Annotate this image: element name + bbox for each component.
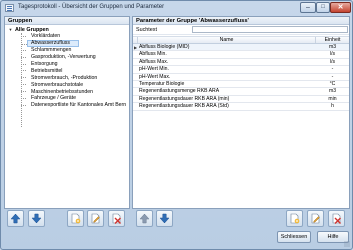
- group-move-up-button[interactable]: [7, 210, 24, 227]
- arrow-down-icon: [31, 213, 42, 224]
- tree-root-label: Alle Gruppen: [15, 26, 49, 33]
- group-item[interactable]: Maschinenbetriebsstunden: [21, 88, 129, 95]
- parameter-unit: l/s: [329, 58, 336, 65]
- close-button[interactable]: Schliessen: [277, 231, 311, 243]
- resize-grip[interactable]: [344, 241, 350, 247]
- table-row[interactable]: ▶ Abfluss Biologie (MID) m3: [133, 44, 349, 52]
- window-title: Tagesprotokoll - Übersicht der Gruppen u…: [18, 4, 165, 10]
- edit-document-icon: [91, 213, 100, 224]
- parameters-header: Parameter der Gruppe 'Abwasserzufluss': [133, 17, 349, 25]
- parameter-unit: h: [331, 103, 334, 110]
- delete-document-icon: [332, 213, 341, 224]
- parameter-name: pH-Wert Min.: [139, 66, 169, 73]
- arrow-up-icon: [139, 213, 150, 224]
- group-item[interactable]: Gasproduktion, -Verwertung: [21, 54, 129, 61]
- parameter-name: Abfluss Min.: [139, 51, 167, 58]
- parameter-unit: -: [331, 73, 334, 80]
- edit-document-icon: [311, 213, 320, 224]
- new-document-icon: [290, 213, 300, 224]
- parameter-name: pH-Wert Max.: [139, 73, 171, 80]
- parameter-unit: -: [331, 66, 334, 73]
- parameter-new-button[interactable]: [286, 210, 303, 227]
- parameter-unit: m3: [328, 44, 337, 50]
- parameters-table: Name Einheit ▶ Abfluss Biologie (MID) m3…: [133, 36, 349, 111]
- arrow-up-icon: [10, 213, 21, 224]
- parameter-name: Regenentlastungsdauer RKB ARA (Std): [139, 103, 229, 110]
- table-row[interactable]: Regenentlastungsdauer RKB ARA (min) min: [133, 95, 349, 104]
- parameter-name: Regenentlastungsmenge RKB ARA: [139, 88, 220, 95]
- column-header-unit[interactable]: Einheit: [316, 37, 349, 43]
- group-item[interactable]: Vorklärdaten: [21, 33, 129, 40]
- group-item[interactable]: Fahrzeuge / Geräte: [21, 95, 129, 102]
- parameter-move-down-button[interactable]: [156, 210, 173, 227]
- arrow-down-icon: [159, 213, 170, 224]
- parameter-unit: l/s: [329, 51, 336, 58]
- delete-document-icon: [112, 213, 121, 224]
- groups-tree[interactable]: ▼ Alle Gruppen Vorklärdaten Abwasserzufl…: [5, 25, 129, 127]
- group-item[interactable]: Stromverbrauch, -Produktion: [21, 74, 129, 81]
- tree-connector: [21, 33, 22, 127]
- parameter-name: Abfluss Max.: [139, 58, 169, 65]
- minimize-button[interactable]: –: [300, 2, 316, 13]
- parameter-name: Abfluss Biologie (MID): [139, 44, 190, 50]
- new-document-icon: [71, 213, 81, 224]
- group-delete-button[interactable]: [108, 210, 125, 227]
- group-item[interactable]: Betriebsmittel: [21, 67, 129, 74]
- group-item[interactable]: Stromverbrauchstotale: [21, 81, 129, 88]
- table-row[interactable]: Temperatur Biologie °C: [133, 80, 349, 89]
- parameter-unit: min: [328, 95, 337, 102]
- close-window-button[interactable]: ✕: [330, 2, 351, 13]
- table-row[interactable]: pH-Wert Max. -: [133, 74, 349, 81]
- title-bar[interactable]: Tagesprotokoll - Übersicht der Gruppen u…: [1, 1, 352, 16]
- main-window: Tagesprotokoll - Übersicht der Gruppen u…: [0, 0, 353, 250]
- maximize-button[interactable]: □: [316, 2, 330, 13]
- tree-root-all-groups[interactable]: ▼ Alle Gruppen: [5, 26, 129, 33]
- group-item[interactable]: Datenexportliste für Kantonales Amt Bern: [21, 102, 129, 109]
- table-header-row: Name Einheit: [133, 36, 349, 44]
- parameter-edit-button[interactable]: [307, 210, 324, 227]
- group-item[interactable]: Entsorgung: [21, 61, 129, 68]
- parameter-name: Regenentlastungsdauer RKB ARA (min): [139, 95, 230, 102]
- group-item-selected[interactable]: Abwasserzufluss: [22, 39, 79, 47]
- table-row[interactable]: Regenentlastungsmenge RKB ARA m3: [133, 88, 349, 96]
- parameter-unit: °C: [329, 80, 336, 87]
- table-row[interactable]: pH-Wert Min. -: [133, 66, 349, 74]
- groups-panel: Gruppen ▼ Alle Gruppen Vorklärdaten Abwa…: [4, 16, 130, 209]
- parameter-delete-button[interactable]: [328, 210, 345, 227]
- parameter-unit: m3: [328, 88, 337, 95]
- table-row[interactable]: Regenentlastungsdauer RKB ARA (Std) h: [133, 103, 349, 111]
- collapse-icon[interactable]: ▼: [8, 27, 13, 32]
- column-header-name[interactable]: Name: [138, 37, 316, 43]
- parameter-name: Temperatur Biologie: [139, 80, 185, 87]
- app-icon: [5, 4, 14, 12]
- table-row[interactable]: Abfluss Min. l/s: [133, 51, 349, 59]
- table-row[interactable]: Abfluss Max. l/s: [133, 58, 349, 67]
- group-new-button[interactable]: [67, 210, 84, 227]
- search-label: Suchtext: [136, 26, 157, 33]
- groups-header: Gruppen: [5, 17, 129, 25]
- search-row: Suchtext: [133, 25, 349, 35]
- parameter-move-up-button[interactable]: [136, 210, 153, 227]
- group-edit-button[interactable]: [87, 210, 104, 227]
- search-input[interactable]: [192, 26, 348, 33]
- parameters-panel: Parameter der Gruppe 'Abwasserzufluss' S…: [132, 16, 350, 209]
- group-item[interactable]: Schlammmengen: [21, 47, 129, 54]
- group-move-down-button[interactable]: [28, 210, 45, 227]
